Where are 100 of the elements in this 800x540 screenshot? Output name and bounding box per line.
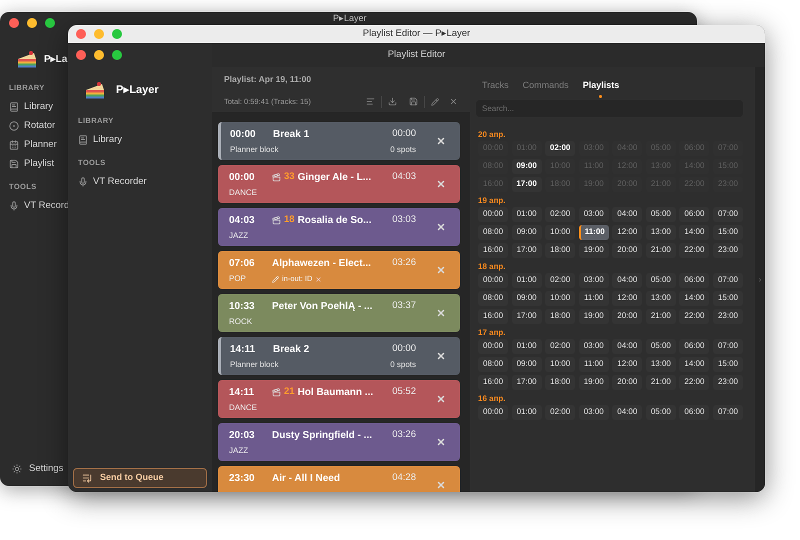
- hour-slot[interactable]: 13:00: [646, 224, 676, 240]
- hour-slot[interactable]: 20:00: [612, 374, 642, 390]
- hour-slot[interactable]: 15:00: [712, 290, 743, 306]
- track-card[interactable]: 10:33 Peter Von PoehlĄ - ... 03:37 ROCK: [218, 294, 460, 332]
- hour-slot[interactable]: 07:00: [712, 206, 743, 222]
- track-card[interactable]: 00:00 33 Ginger Ale - L... 04:03 DANCE: [218, 165, 460, 203]
- hour-slot[interactable]: 09:00: [512, 356, 542, 372]
- hour-slot[interactable]: 08:00: [478, 290, 508, 306]
- hour-slot[interactable]: 05:00: [646, 404, 676, 420]
- hour-slot[interactable]: 21:00: [646, 374, 676, 390]
- hour-slot[interactable]: 03:00: [578, 272, 609, 288]
- track-card[interactable]: 20:03 Dusty Springfield - ... 03:26 JAZZ: [218, 423, 460, 461]
- hour-slot[interactable]: 04:00: [612, 404, 642, 420]
- hour-slot[interactable]: 20:00: [612, 308, 642, 324]
- hour-slot[interactable]: 02:00: [545, 272, 576, 288]
- hour-slot[interactable]: 07:00: [712, 404, 743, 420]
- hour-slot[interactable]: 08:00: [478, 224, 508, 240]
- hour-slot[interactable]: 07:00: [712, 272, 743, 288]
- sidebar-item[interactable]: Library: [9, 97, 54, 116]
- hour-slot[interactable]: 14:00: [679, 290, 710, 306]
- hour-slot[interactable]: 18:00: [545, 374, 576, 390]
- hour-slot[interactable]: 05:00: [646, 272, 676, 288]
- hour-slot[interactable]: 22:00: [679, 374, 710, 390]
- hour-slot[interactable]: 04:00: [612, 206, 642, 222]
- hour-slot[interactable]: 06:00: [679, 206, 710, 222]
- hour-slot[interactable]: 02:00: [545, 338, 576, 354]
- sidebar-item[interactable]: Planner: [9, 135, 57, 154]
- hour-slot[interactable]: 08:00: [478, 356, 508, 372]
- hour-slot[interactable]: 12:00: [612, 356, 642, 372]
- hour-slot[interactable]: 04:00: [612, 272, 642, 288]
- hour-slot[interactable]: 22:00: [679, 308, 710, 324]
- hour-slot[interactable]: 21:00: [646, 242, 676, 258]
- hour-slot[interactable]: 06:00: [679, 338, 710, 354]
- settings-item[interactable]: Settings: [12, 462, 64, 476]
- hour-slot[interactable]: 11:00: [578, 224, 609, 240]
- track-card[interactable]: 14:11 21 Hol Baumann ... 05:52 DANCE: [218, 380, 460, 418]
- hour-slot[interactable]: 10:00: [545, 356, 576, 372]
- hour-slot[interactable]: 15:00: [712, 224, 743, 240]
- search-field[interactable]: Search...: [476, 100, 743, 116]
- hour-slot[interactable]: 23:00: [712, 374, 743, 390]
- break-card[interactable]: 00:00 Break 1 00:00 Planner block 0 spots: [218, 122, 460, 160]
- hour-slot[interactable]: 09:00: [512, 290, 542, 306]
- hour-slot[interactable]: 01:00: [512, 338, 542, 354]
- hour-slot[interactable]: 17:00: [512, 374, 542, 390]
- hour-slot[interactable]: 03:00: [578, 404, 609, 420]
- hour-slot[interactable]: 00:00: [478, 206, 508, 222]
- hour-slot[interactable]: 01:00: [512, 272, 542, 288]
- hour-slot[interactable]: 00:00: [478, 404, 508, 420]
- hour-slot[interactable]: 06:00: [679, 272, 710, 288]
- hour-slot[interactable]: 01:00: [512, 404, 542, 420]
- hour-slot[interactable]: 21:00: [646, 308, 676, 324]
- hour-slot[interactable]: 16:00: [478, 308, 508, 324]
- sidebar-item[interactable]: Rotator: [9, 116, 56, 136]
- sidebar-item[interactable]: VT Recorder: [78, 172, 147, 192]
- break-card[interactable]: 14:11 Break 2 00:00 Planner block 0 spots: [218, 337, 460, 375]
- hour-slot[interactable]: 12:00: [612, 224, 642, 240]
- hour-slot[interactable]: 17:00: [512, 176, 542, 192]
- tab[interactable]: Playlists: [582, 79, 620, 98]
- hour-slot[interactable]: 22:00: [679, 242, 710, 258]
- sidebar-item[interactable]: Playlist: [9, 154, 54, 174]
- hour-slot[interactable]: 03:00: [578, 338, 609, 354]
- hour-slot[interactable]: 17:00: [512, 242, 542, 258]
- hour-slot[interactable]: 10:00: [545, 290, 576, 306]
- hour-slot[interactable]: 02:00: [545, 404, 576, 420]
- hour-slot[interactable]: 05:00: [646, 338, 676, 354]
- hour-slot[interactable]: 16:00: [478, 242, 508, 258]
- hour-slot[interactable]: 18:00: [545, 308, 576, 324]
- hour-slot[interactable]: 18:00: [545, 242, 576, 258]
- hour-slot[interactable]: 12:00: [612, 290, 642, 306]
- hour-slot[interactable]: 13:00: [646, 356, 676, 372]
- hour-slot[interactable]: 11:00: [578, 290, 609, 306]
- hour-slot[interactable]: 19:00: [578, 308, 609, 324]
- hour-slot[interactable]: 14:00: [679, 224, 710, 240]
- hour-slot[interactable]: 00:00: [478, 272, 508, 288]
- hour-slot[interactable]: 14:00: [679, 356, 710, 372]
- hour-slot[interactable]: 19:00: [578, 374, 609, 390]
- hour-slot[interactable]: 19:00: [578, 242, 609, 258]
- hour-slot[interactable]: 10:00: [545, 224, 576, 240]
- hour-slot[interactable]: 15:00: [712, 356, 743, 372]
- send-to-queue-button[interactable]: Send to Queue: [73, 468, 207, 488]
- hour-slot[interactable]: 01:00: [512, 206, 542, 222]
- hour-slot[interactable]: 16:00: [478, 374, 508, 390]
- hour-slot[interactable]: 02:00: [545, 140, 576, 156]
- hour-slot[interactable]: 17:00: [512, 308, 542, 324]
- hour-slot[interactable]: 05:00: [646, 206, 676, 222]
- hour-slot[interactable]: 13:00: [646, 290, 676, 306]
- hour-slot[interactable]: 02:00: [545, 206, 576, 222]
- hour-slot[interactable]: 03:00: [578, 206, 609, 222]
- hour-slot[interactable]: 04:00: [612, 338, 642, 354]
- sidebar-item[interactable]: Library: [78, 130, 122, 150]
- hour-slot[interactable]: 23:00: [712, 242, 743, 258]
- hour-slot[interactable]: 09:00: [512, 158, 542, 174]
- hour-slot[interactable]: 07:00: [712, 338, 743, 354]
- hour-slot[interactable]: 23:00: [712, 308, 743, 324]
- hour-slot[interactable]: 20:00: [612, 242, 642, 258]
- hour-slot[interactable]: 11:00: [578, 356, 609, 372]
- hour-slot[interactable]: 00:00: [478, 338, 508, 354]
- track-card[interactable]: 04:03 18 Rosalia de So... 03:03 JAZZ: [218, 208, 460, 246]
- hour-slot[interactable]: 09:00: [512, 224, 542, 240]
- hour-slot[interactable]: 06:00: [679, 404, 710, 420]
